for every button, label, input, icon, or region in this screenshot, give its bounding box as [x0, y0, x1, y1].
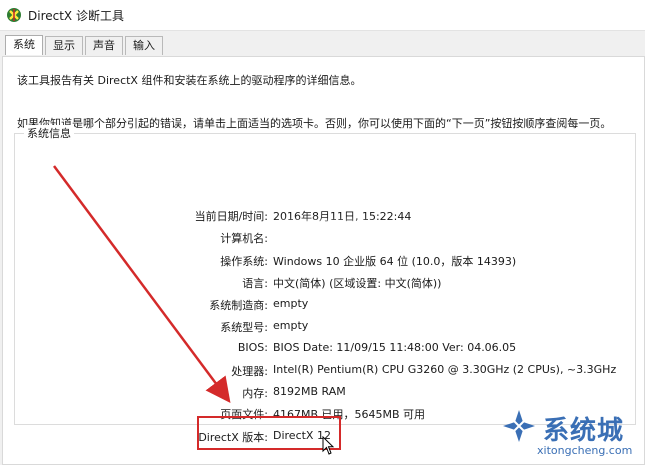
watermark-url: xitongcheng.com [537, 444, 633, 457]
intro-hint: 如果你知道是哪个部分引起的错误，请单击上面适当的选项卡。否则，你可以使用下面的“… [17, 117, 612, 130]
info-row-manufacturer: 系统制造商: empty [0, 297, 640, 315]
info-value: empty [273, 319, 309, 332]
window-title: DirectX 诊断工具 [28, 9, 124, 23]
info-row-os: 操作系统: Windows 10 企业版 64 位 (10.0，版本 14393… [0, 253, 640, 271]
info-label: 计算机名: [220, 232, 268, 245]
tab-sound[interactable]: 声音 [85, 36, 123, 55]
info-value: 2016年8月11日, 15:22:44 [273, 210, 412, 223]
info-label: 内存: [242, 387, 268, 400]
info-value: BIOS Date: 11/09/15 11:48:00 Ver: 04.06.… [273, 341, 517, 354]
info-value: Windows 10 企业版 64 位 (10.0，版本 14393) [273, 255, 517, 268]
info-row-model: 系统型号: empty [0, 319, 640, 337]
info-row-memory: 内存: 8192MB RAM [0, 385, 640, 403]
info-value: empty [273, 297, 309, 310]
redacted-computer-name [275, 226, 375, 246]
info-value: 中文(简体) (区域设置: 中文(简体)) [273, 277, 442, 290]
system-info-title: 系统信息 [24, 125, 74, 141]
info-label: 系统制造商: [209, 299, 268, 312]
info-label: 系统型号: [220, 321, 268, 334]
mouse-cursor-icon [322, 436, 335, 455]
tab-input[interactable]: 输入 [125, 36, 163, 55]
info-row-language: 语言: 中文(简体) (区域设置: 中文(简体)) [0, 275, 640, 293]
info-label: 操作系统: [220, 255, 268, 268]
info-row-processor: 处理器: Intel(R) Pentium(R) CPU G3260 @ 3.3… [0, 363, 640, 381]
watermark-brand: 系统城 [543, 416, 625, 446]
info-row-bios: BIOS: BIOS Date: 11/09/15 11:48:00 Ver: … [0, 341, 640, 359]
tab-strip: 系统 显示 声音 输入 [5, 35, 165, 56]
tab-system[interactable]: 系统 [5, 35, 43, 55]
watermark: 系统城 xitongcheng.com [493, 404, 643, 462]
directx-icon [7, 8, 21, 22]
title-bar: DirectX 诊断工具 [0, 0, 645, 31]
info-label: 语言: [242, 277, 268, 290]
intro-text: 该工具报告有关 DirectX 组件和安装在系统上的驱动程序的详细信息。 [17, 74, 362, 87]
info-label: 当前日期/时间: [194, 210, 268, 223]
brand-logo-icon [503, 410, 535, 442]
info-label: BIOS: [237, 341, 268, 354]
info-row-datetime: 当前日期/时间: 2016年8月11日, 15:22:44 [0, 208, 640, 226]
info-label: 处理器: [231, 365, 268, 378]
directx-version-highlight [197, 416, 341, 450]
tab-display[interactable]: 显示 [45, 36, 83, 55]
info-value: Intel(R) Pentium(R) CPU G3260 @ 3.30GHz … [273, 363, 617, 376]
info-value: 8192MB RAM [273, 385, 346, 398]
